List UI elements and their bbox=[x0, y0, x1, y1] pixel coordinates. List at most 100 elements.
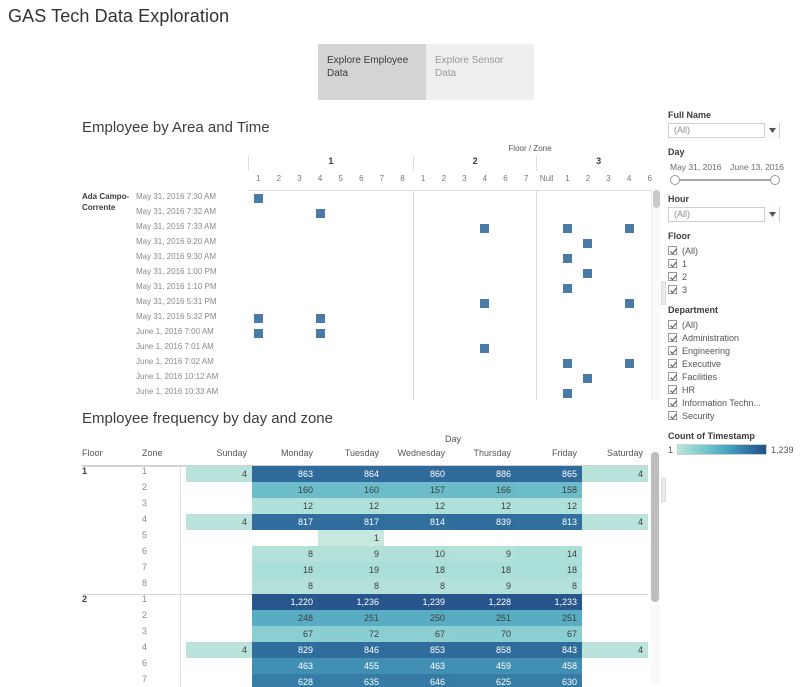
floor-option-3[interactable]: 3 bbox=[668, 283, 794, 296]
heatmap-cell[interactable]: 829 bbox=[252, 642, 318, 658]
heatmap-cell[interactable]: 628 bbox=[252, 674, 318, 687]
heatmap-cell[interactable]: 8 bbox=[384, 578, 450, 594]
heatmap-cell[interactable]: 251 bbox=[516, 610, 582, 626]
heatmap-cell[interactable]: 858 bbox=[450, 642, 516, 658]
scatter-data-point[interactable] bbox=[315, 329, 325, 338]
heatmap-scrollbar-thumb[interactable] bbox=[651, 452, 659, 602]
heatmap-cell[interactable] bbox=[186, 546, 252, 562]
heatmap-cell[interactable]: 12 bbox=[252, 498, 318, 514]
heatmap-cell[interactable]: 10 bbox=[384, 546, 450, 562]
heatmap-cell[interactable] bbox=[582, 562, 648, 578]
scatter-data-point[interactable] bbox=[315, 314, 325, 323]
checkbox-checked-icon[interactable] bbox=[668, 359, 678, 368]
heatmap-cell[interactable]: 4 bbox=[582, 466, 648, 482]
scatter-data-point[interactable] bbox=[562, 254, 572, 263]
heatmap-cell[interactable]: 18 bbox=[384, 562, 450, 578]
heatmap-cell[interactable]: 67 bbox=[516, 626, 582, 642]
heatmap-cell[interactable]: 12 bbox=[384, 498, 450, 514]
heatmap-cell[interactable]: 4 bbox=[186, 466, 252, 482]
heatmap-cell[interactable]: 4 bbox=[582, 514, 648, 530]
heatmap-cell[interactable]: 251 bbox=[318, 610, 384, 626]
heatmap-cell[interactable] bbox=[186, 498, 252, 514]
scatter-scrollbar-thumb[interactable] bbox=[653, 190, 660, 208]
heatmap-cell[interactable]: 1,220 bbox=[252, 594, 318, 610]
heatmap-cell[interactable]: 646 bbox=[384, 674, 450, 687]
heatmap-cell[interactable] bbox=[582, 658, 648, 674]
heatmap-cell[interactable] bbox=[582, 578, 648, 594]
heatmap-cell[interactable]: 12 bbox=[450, 498, 516, 514]
scatter-data-point[interactable] bbox=[624, 299, 634, 308]
heatmap-cell[interactable]: 160 bbox=[318, 482, 384, 498]
checkbox-checked-icon[interactable] bbox=[668, 398, 678, 407]
scatter-data-point[interactable] bbox=[624, 224, 634, 233]
department-option--all[interactable]: (All) bbox=[668, 318, 794, 331]
heatmap-cell[interactable] bbox=[582, 626, 648, 642]
heatmap-cell[interactable] bbox=[450, 530, 516, 546]
heatmap-cell[interactable]: 18 bbox=[252, 562, 318, 578]
heatmap-cell[interactable]: 14 bbox=[516, 546, 582, 562]
scatter-data-point[interactable] bbox=[253, 329, 263, 338]
scatter-data-point[interactable] bbox=[315, 209, 325, 218]
heatmap-cell[interactable] bbox=[252, 530, 318, 546]
heatmap-cell[interactable]: 8 bbox=[252, 546, 318, 562]
floor-option-2[interactable]: 2 bbox=[668, 270, 794, 283]
scatter-data-point[interactable] bbox=[562, 359, 572, 368]
heatmap-cell[interactable]: 160 bbox=[252, 482, 318, 498]
heatmap-cell[interactable] bbox=[186, 658, 252, 674]
heatmap-cell[interactable]: 463 bbox=[252, 658, 318, 674]
heatmap-cell[interactable]: 865 bbox=[516, 466, 582, 482]
tab-explore-employee-data[interactable]: Explore Employee Data bbox=[318, 44, 426, 100]
scatter-data-point[interactable] bbox=[480, 224, 490, 233]
checkbox-checked-icon[interactable] bbox=[668, 385, 678, 394]
heatmap-cell[interactable]: 70 bbox=[450, 626, 516, 642]
heatmap-cell[interactable] bbox=[582, 610, 648, 626]
hour-dropdown[interactable]: (All) bbox=[668, 207, 780, 222]
heatmap-cell[interactable]: 4 bbox=[582, 642, 648, 658]
heatmap-cell[interactable] bbox=[582, 546, 648, 562]
heatmap-cell[interactable]: 9 bbox=[318, 546, 384, 562]
heatmap-cell[interactable]: 4 bbox=[186, 642, 252, 658]
heatmap-cell[interactable]: 853 bbox=[384, 642, 450, 658]
chevron-down-icon[interactable] bbox=[764, 207, 779, 222]
heatmap-cell[interactable] bbox=[582, 530, 648, 546]
checkbox-checked-icon[interactable] bbox=[668, 346, 678, 355]
scatter-data-point[interactable] bbox=[583, 269, 593, 278]
heatmap-cell[interactable]: 67 bbox=[252, 626, 318, 642]
heatmap-cell[interactable] bbox=[186, 562, 252, 578]
heatmap-cell[interactable] bbox=[186, 594, 252, 610]
heatmap-cell[interactable] bbox=[516, 530, 582, 546]
heatmap-cell[interactable]: 12 bbox=[516, 498, 582, 514]
heatmap-cell[interactable]: 846 bbox=[318, 642, 384, 658]
heatmap-cell[interactable] bbox=[582, 674, 648, 687]
department-option-information-techn[interactable]: Information Techn... bbox=[668, 396, 794, 409]
heatmap-cell[interactable]: 8 bbox=[516, 578, 582, 594]
day-slider-handle-max[interactable] bbox=[770, 175, 780, 185]
scatter-data-point[interactable] bbox=[583, 374, 593, 383]
heatmap-cell[interactable]: 813 bbox=[516, 514, 582, 530]
heatmap-cell[interactable]: 1 bbox=[318, 530, 384, 546]
checkbox-checked-icon[interactable] bbox=[668, 333, 678, 342]
scatter-data-point[interactable] bbox=[562, 224, 572, 233]
day-range-slider[interactable] bbox=[670, 175, 782, 185]
heatmap-cell[interactable]: 248 bbox=[252, 610, 318, 626]
scatter-data-point[interactable] bbox=[480, 299, 490, 308]
heatmap-cell[interactable]: 886 bbox=[450, 466, 516, 482]
heatmap-cell[interactable]: 166 bbox=[450, 482, 516, 498]
heatmap-cell[interactable]: 1,228 bbox=[450, 594, 516, 610]
heatmap-cell[interactable]: 463 bbox=[384, 658, 450, 674]
checkbox-checked-icon[interactable] bbox=[668, 285, 678, 294]
checkbox-checked-icon[interactable] bbox=[668, 411, 678, 420]
heatmap-cell[interactable]: 251 bbox=[450, 610, 516, 626]
department-option-facilities[interactable]: Facilities bbox=[668, 370, 794, 383]
heatmap-cell[interactable]: 8 bbox=[318, 578, 384, 594]
heatmap-cell[interactable]: 864 bbox=[318, 466, 384, 482]
filter-panel-collapse-handle-top[interactable] bbox=[661, 281, 666, 305]
scatter-data-point[interactable] bbox=[253, 194, 263, 203]
heatmap-cell[interactable] bbox=[186, 674, 252, 687]
heatmap-cell[interactable] bbox=[186, 482, 252, 498]
department-option-administration[interactable]: Administration bbox=[668, 331, 794, 344]
checkbox-checked-icon[interactable] bbox=[668, 259, 678, 268]
floor-option-1[interactable]: 1 bbox=[668, 257, 794, 270]
heatmap-cell[interactable]: 625 bbox=[450, 674, 516, 687]
heatmap-cell[interactable]: 8 bbox=[252, 578, 318, 594]
